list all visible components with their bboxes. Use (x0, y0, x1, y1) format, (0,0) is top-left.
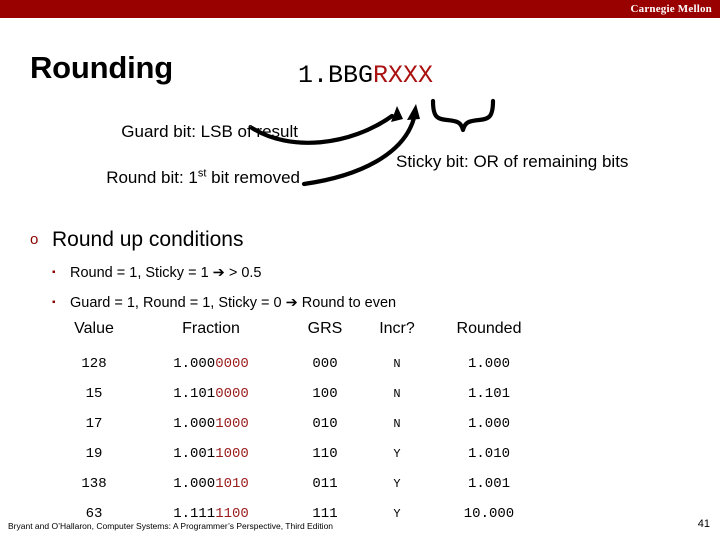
formula-black-part: 1.BBG (298, 61, 374, 90)
column-header-incr: Incr? (379, 320, 415, 337)
guard-bit-arrowhead (391, 106, 403, 122)
fraction-dropped-bits: 1010 (215, 476, 249, 492)
fraction-dropped-bits: 0000 (215, 356, 249, 372)
cell-fraction: 1.0001010 (136, 469, 286, 499)
fraction-dropped-bits: 1100 (215, 506, 249, 522)
cell-value: 17 (85, 416, 103, 432)
cell-rounded: 1.101 (467, 386, 510, 402)
cell-value: 15 (85, 386, 103, 402)
round-bit-callout: Round bit: 1st bit removed (0, 166, 300, 189)
table-row: 19 1.0011000 110 Y 1.010 (52, 439, 548, 469)
fraction-kept-bits: 1.001 (173, 446, 216, 462)
sub-bullet-condition-1-label: Round = 1, Sticky = 1 ➔ > 0.5 (70, 265, 262, 281)
fraction-dropped-bits: 1000 (215, 446, 249, 462)
column-header-fraction: Fraction (182, 320, 240, 337)
cell-value: 138 (81, 476, 107, 492)
fraction-kept-bits: 1.000 (173, 476, 216, 492)
sticky-bit-callout: Sticky bit: OR of remaining bits (396, 152, 629, 171)
cell-incr: N (393, 417, 401, 431)
round-bit-arrowhead (407, 104, 420, 120)
bullet-round-up-conditions: o Round up conditions (30, 228, 243, 252)
fraction-kept-bits: 1.000 (173, 416, 216, 432)
cell-incr: N (393, 387, 401, 401)
sub-bullet-condition-2: ▪ Guard = 1, Round = 1, Sticky = 0 ➔ Roun… (52, 295, 396, 311)
guard-bit-callout: Guard bit: LSB of result (121, 122, 298, 141)
rounding-examples-table: Value Fraction GRS Incr? Rounded 128 1.00… (52, 320, 548, 529)
fraction-kept-bits: 1.000 (173, 356, 216, 372)
table-row: 128 1.0000000 000 N 1.000 (52, 349, 548, 379)
bullet-round-up-conditions-label: Round up conditions (52, 228, 244, 251)
footer-page-number: 41 (697, 518, 710, 530)
cell-rounded: 1.010 (467, 446, 510, 462)
sub-bullet-marker-square-icon: ▪ (52, 267, 56, 278)
cell-grs: 100 (312, 386, 338, 402)
fraction-dropped-bits: 1000 (215, 416, 249, 432)
slide-canvas: Carnegie Mellon Rounding 1.BBGRXXX Guard… (0, 0, 720, 540)
bit-pattern-formula: 1.BBGRXXX (298, 61, 433, 90)
cell-value: 128 (81, 356, 107, 372)
table-row: 15 1.1010000 100 N 1.101 (52, 379, 548, 409)
formula-red-part: RXXX (373, 61, 434, 90)
cell-rounded: 1.001 (467, 476, 510, 492)
fraction-dropped-bits: 0000 (215, 386, 249, 402)
page-title: Rounding (30, 50, 174, 85)
cell-rounded: 1.000 (467, 416, 510, 432)
cell-incr: Y (393, 477, 401, 491)
sub-bullet-condition-2-label: Guard = 1, Round = 1, Sticky = 0 ➔ Round… (70, 295, 397, 311)
top-banner: Carnegie Mellon (0, 0, 720, 18)
sub-bullet-condition-1: ▪ Round = 1, Sticky = 1 ➔ > 0.5 (52, 265, 262, 281)
table-row: 138 1.0001010 011 Y 1.001 (52, 469, 548, 499)
bullet-marker-circle-icon: o (30, 231, 39, 248)
cell-fraction: 1.1010000 (136, 379, 286, 409)
cell-grs: 000 (312, 356, 338, 372)
cell-incr: Y (393, 447, 401, 461)
sub-bullet-marker-square-icon: ▪ (52, 297, 56, 308)
cell-incr: Y (393, 507, 401, 521)
column-header-rounded: Rounded (456, 320, 522, 337)
cell-grs: 110 (312, 446, 338, 462)
sticky-bits-brace (430, 98, 496, 133)
cell-grs: 010 (312, 416, 338, 432)
cell-rounded: 10.000 (463, 506, 515, 522)
cell-fraction: 1.0011000 (136, 439, 286, 469)
table-row: 17 1.0001000 010 N 1.000 (52, 409, 548, 439)
table-body: 128 1.0000000 000 N 1.000 15 1.1010000 100 N 1.10… (52, 349, 548, 529)
round-bit-callout-prefix: Round bit: 1 (106, 168, 198, 187)
round-bit-callout-suffix: bit removed (206, 168, 300, 187)
cell-rounded: 1.000 (467, 356, 510, 372)
cell-grs: 011 (312, 476, 338, 492)
carnegie-mellon-brand: Carnegie Mellon (630, 3, 712, 15)
cell-fraction: 1.0001000 (136, 409, 286, 439)
column-header-grs: GRS (307, 320, 343, 337)
footer-citation: Bryant and O’Hallaron, Computer Systems:… (8, 521, 334, 531)
fraction-kept-bits: 1.111 (173, 506, 216, 522)
cell-incr: N (393, 357, 401, 371)
cell-fraction: 1.0000000 (136, 349, 286, 379)
cell-value: 19 (85, 446, 103, 462)
fraction-kept-bits: 1.101 (173, 386, 216, 402)
column-header-value: Value (74, 320, 114, 337)
table-header-row: Value Fraction GRS Incr? Rounded (52, 320, 548, 349)
